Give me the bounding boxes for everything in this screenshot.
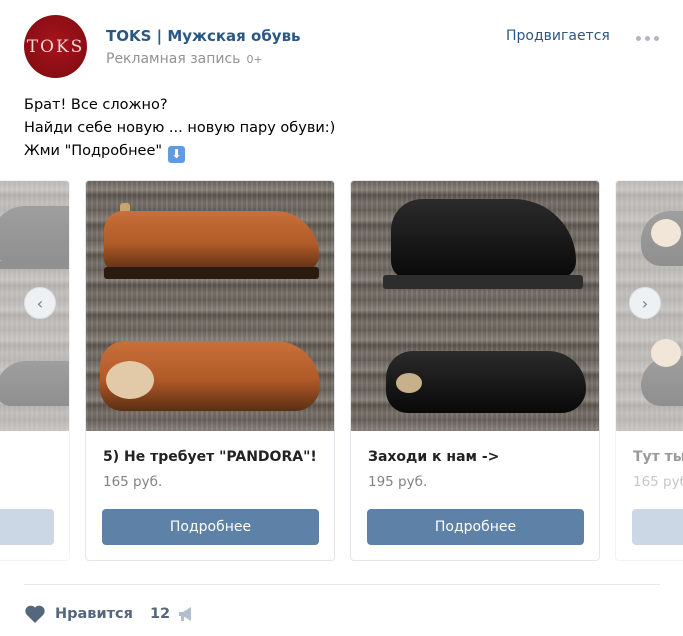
like-count: 12 <box>149 606 171 622</box>
card-title[interactable]: 5) Не требует "PANDORA"! <box>103 449 317 465</box>
post-text-line: Найди себе новую ... новую пару обуви:) <box>24 120 336 136</box>
post-text-line: Брат! Все сложно? <box>24 97 168 113</box>
age-rating: 0+ <box>246 53 263 66</box>
author-avatar[interactable]: TOKS <box>24 15 87 78</box>
card-button[interactable] <box>0 509 54 545</box>
card-price: 195 руб. <box>368 474 428 490</box>
product-photo[interactable] <box>351 181 599 431</box>
ad-label: Рекламная запись <box>106 51 241 67</box>
heart-icon <box>25 605 45 623</box>
carousel-card[interactable]: Тут ты 165 руб <box>615 180 683 561</box>
carousel-card[interactable]: 5) Не требует "PANDORA"! 165 руб. Подроб… <box>85 180 335 561</box>
megaphone-icon[interactable] <box>177 606 197 622</box>
promoted-link[interactable]: Продвигается <box>506 28 610 44</box>
card-details-button[interactable]: Подробнее <box>367 509 584 545</box>
like-label: Нравится <box>55 606 133 622</box>
card-price: 165 руб. <box>103 474 163 490</box>
divider <box>24 584 660 585</box>
post-text-line: Жми "Подробнее" ⬇ <box>24 140 335 163</box>
carousel-card[interactable]: Заходи к нам -> 195 руб. Подробнее <box>350 180 600 561</box>
product-photo[interactable] <box>86 181 334 431</box>
carousel-next-button[interactable]: › <box>629 287 661 319</box>
down-arrow-emoji: ⬇ <box>168 146 186 163</box>
more-dots-icon[interactable] <box>636 34 664 42</box>
chevron-left-icon: ‹ <box>36 293 44 313</box>
product-carousel: 5) Не требует "PANDORA"! 165 руб. Подроб… <box>0 180 683 562</box>
like-button[interactable]: Нравится 12 <box>24 604 170 624</box>
card-title[interactable]: Заходи к нам -> <box>368 449 499 465</box>
card-title[interactable]: Тут ты <box>633 449 683 465</box>
carousel-prev-button[interactable]: ‹ <box>24 287 56 319</box>
avatar-logo-text: TOKS <box>26 36 85 57</box>
card-details-button[interactable]: Подробнее <box>102 509 319 545</box>
card-price: 165 руб <box>633 474 683 490</box>
chevron-right-icon: › <box>641 293 649 313</box>
post-author-link[interactable]: TOKS | Мужская обувь <box>106 27 301 45</box>
card-button[interactable] <box>632 509 683 545</box>
post-text: Брат! Все сложно? Найди себе новую ... н… <box>24 94 335 163</box>
post-subtitle: Рекламная запись 0+ <box>106 51 263 67</box>
carousel-card[interactable] <box>0 180 70 561</box>
